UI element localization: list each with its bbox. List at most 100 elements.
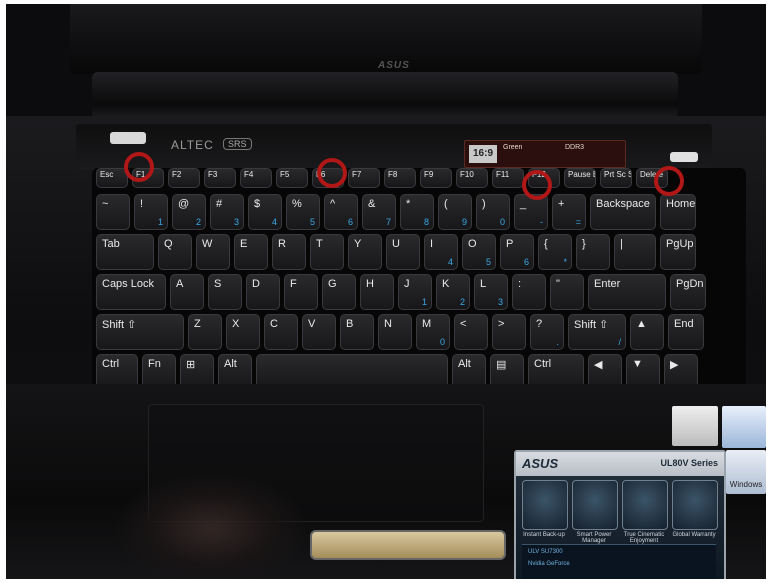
key[interactable]: " bbox=[550, 274, 584, 310]
key[interactable]: D bbox=[246, 274, 280, 310]
key[interactable]: F4 bbox=[240, 168, 272, 188]
key[interactable]: ◀ bbox=[588, 354, 622, 388]
key[interactable]: I4 bbox=[424, 234, 458, 270]
key-sublabel: * bbox=[563, 257, 567, 267]
key[interactable]: U bbox=[386, 234, 420, 270]
key[interactable]: F10 bbox=[456, 168, 488, 188]
key[interactable]: K2 bbox=[436, 274, 470, 310]
key[interactable]: C bbox=[264, 314, 298, 350]
key[interactable] bbox=[256, 354, 448, 388]
touchpad-button[interactable] bbox=[310, 530, 506, 560]
key[interactable]: Y bbox=[348, 234, 382, 270]
key[interactable]: M0 bbox=[416, 314, 450, 350]
key[interactable]: E bbox=[234, 234, 268, 270]
key[interactable]: {* bbox=[538, 234, 572, 270]
key[interactable]: N bbox=[378, 314, 412, 350]
status-led-button[interactable] bbox=[670, 152, 698, 162]
key[interactable]: F bbox=[284, 274, 318, 310]
sticker-specs: ULV SU7300 Nvidia GeForce bbox=[522, 544, 716, 579]
key[interactable]: ▤ bbox=[490, 354, 524, 388]
hand-reflection bbox=[116, 474, 306, 579]
key[interactable]: Q bbox=[158, 234, 192, 270]
key[interactable]: ▼ bbox=[626, 354, 660, 388]
key[interactable]: Enter bbox=[588, 274, 666, 310]
key-sublabel: 4 bbox=[447, 257, 453, 267]
key[interactable]: Esc bbox=[96, 168, 128, 188]
key[interactable]: F7 bbox=[348, 168, 380, 188]
key[interactable]: > bbox=[492, 314, 526, 350]
hinge bbox=[92, 72, 678, 118]
key[interactable]: S bbox=[208, 274, 242, 310]
key[interactable]: | bbox=[614, 234, 656, 270]
key[interactable]: F8 bbox=[384, 168, 416, 188]
key[interactable]: ^ 6 bbox=[324, 194, 358, 230]
key-sublabel: 9 bbox=[461, 217, 467, 227]
key[interactable]: Shift ⇧ / bbox=[568, 314, 626, 350]
key[interactable]: _ - bbox=[514, 194, 548, 230]
key[interactable]: Pause Break bbox=[564, 168, 596, 188]
key[interactable]: Prt Sc SysRq bbox=[600, 168, 632, 188]
key[interactable]: PgDn bbox=[670, 274, 706, 310]
key[interactable]: % 5 bbox=[286, 194, 320, 230]
key[interactable]: @2 bbox=[172, 194, 206, 230]
key[interactable]: Shift ⇧ bbox=[96, 314, 184, 350]
key[interactable]: T bbox=[310, 234, 344, 270]
srs-badge: SRS bbox=[223, 138, 252, 150]
key[interactable]: V bbox=[302, 314, 336, 350]
key[interactable]: $4 bbox=[248, 194, 282, 230]
key[interactable]: Backspace bbox=[590, 194, 656, 230]
key[interactable]: J1 bbox=[398, 274, 432, 310]
key[interactable]: P6 bbox=[500, 234, 534, 270]
key[interactable]: X bbox=[226, 314, 260, 350]
key[interactable]: G bbox=[322, 274, 356, 310]
key[interactable]: ) 0 bbox=[476, 194, 510, 230]
intel-sticker bbox=[722, 406, 766, 448]
key[interactable]: Tab bbox=[96, 234, 154, 270]
key[interactable]: F9 bbox=[420, 168, 452, 188]
key[interactable]: Ctrl bbox=[528, 354, 584, 388]
key[interactable]: + = bbox=[552, 194, 586, 230]
key[interactable]: R bbox=[272, 234, 306, 270]
key[interactable]: End bbox=[668, 314, 704, 350]
power-button[interactable] bbox=[110, 132, 146, 144]
key[interactable]: * 8 bbox=[400, 194, 434, 230]
feature-label: True Cinematic Enjoyment bbox=[623, 532, 665, 544]
key[interactable]: PgUp bbox=[660, 234, 696, 270]
key[interactable]: H bbox=[360, 274, 394, 310]
key[interactable]: Alt bbox=[218, 354, 252, 388]
key-sublabel: 8 bbox=[423, 217, 429, 227]
key[interactable]: F2 bbox=[168, 168, 200, 188]
key[interactable]: & 7 bbox=[362, 194, 396, 230]
key[interactable]: ~ bbox=[96, 194, 130, 230]
key[interactable]: Caps Lock bbox=[96, 274, 166, 310]
key[interactable]: L3 bbox=[474, 274, 508, 310]
key[interactable]: O5 bbox=[462, 234, 496, 270]
key[interactable]: F5 bbox=[276, 168, 308, 188]
key[interactable]: A bbox=[170, 274, 204, 310]
sticker-line-1: Green bbox=[503, 144, 523, 151]
keyboard: EscF1F2F3F4F5F6F7F8F9F10F11F12Pause Brea… bbox=[92, 168, 746, 392]
key[interactable]: < bbox=[454, 314, 488, 350]
key[interactable]: ⊞ bbox=[180, 354, 214, 388]
key[interactable]: ▲ bbox=[630, 314, 664, 350]
key[interactable]: } bbox=[576, 234, 610, 270]
key[interactable]: Z bbox=[188, 314, 222, 350]
key[interactable]: Home bbox=[660, 194, 696, 230]
key[interactable]: W bbox=[196, 234, 230, 270]
feature-tile bbox=[622, 480, 668, 530]
key[interactable]: Alt bbox=[452, 354, 486, 388]
key-sublabel: / bbox=[618, 337, 621, 347]
key[interactable]: (9 bbox=[438, 194, 472, 230]
key[interactable]: Fn bbox=[142, 354, 176, 388]
key[interactable]: : bbox=[512, 274, 546, 310]
key[interactable]: #3 bbox=[210, 194, 244, 230]
key[interactable]: ▶ bbox=[664, 354, 698, 388]
key[interactable]: F11 bbox=[492, 168, 524, 188]
asus-logo: ASUS bbox=[522, 456, 559, 471]
screw-marker bbox=[654, 166, 684, 196]
key[interactable]: B bbox=[340, 314, 374, 350]
key[interactable]: ! 1 bbox=[134, 194, 168, 230]
key[interactable]: ?. bbox=[530, 314, 564, 350]
key[interactable]: F3 bbox=[204, 168, 236, 188]
key[interactable]: Ctrl bbox=[96, 354, 138, 388]
